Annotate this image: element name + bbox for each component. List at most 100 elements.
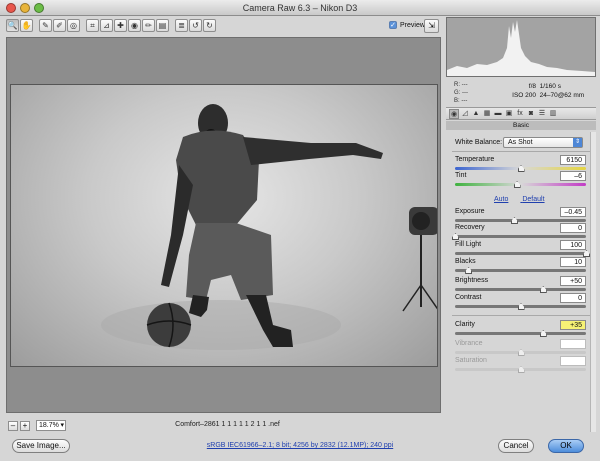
recovery-slider-thumb[interactable] [452, 233, 459, 240]
white-balance-tool[interactable]: ✎ [39, 19, 52, 32]
straighten-icon: ⊿ [103, 20, 110, 30]
blacks-value-field[interactable]: 10 [560, 257, 586, 267]
tab-lens[interactable]: ▣ [504, 109, 514, 119]
zoom-in-button[interactable]: + [20, 420, 30, 431]
fill-light-slider[interactable] [455, 250, 590, 257]
spot-removal-tool[interactable]: ✚ [114, 19, 127, 32]
brightness-slider-thumb[interactable] [539, 286, 547, 293]
curve-icon: ◿ [462, 109, 468, 117]
contrast-slider[interactable] [455, 303, 586, 310]
exposure-value-field[interactable]: –0.45 [560, 207, 586, 217]
toolbar-separator [170, 19, 174, 35]
blacks-slider-thumb[interactable] [465, 267, 473, 274]
tint-value-field[interactable]: –6 [560, 171, 586, 181]
clarity-value-field[interactable]: +35 [560, 320, 586, 330]
title-bar: Camera Raw 6.3 – Nikon D3 [0, 0, 600, 16]
camera-readout: R: --- G: --- B: --- f/8 1/160 s ISO 200… [446, 78, 596, 106]
brightness-value-field[interactable]: +50 [560, 276, 586, 286]
contrast-slider-thumb[interactable] [517, 303, 525, 310]
sampler-icon: ✐ [56, 20, 63, 30]
exposure-slider-thumb[interactable] [510, 217, 518, 224]
fullscreen-button[interactable]: ⇲ [424, 19, 439, 33]
saturation-label: Saturation [455, 357, 487, 364]
photo-preview[interactable] [10, 84, 438, 367]
adjustment-brush-tool[interactable]: ✏ [142, 19, 155, 32]
clarity-slider[interactable] [455, 330, 586, 337]
tint-slider-thumb[interactable] [513, 181, 521, 188]
panel-scrollbar[interactable] [590, 132, 596, 432]
tint-label: Tint [455, 172, 467, 179]
rotate-left-icon: ↺ [192, 20, 199, 30]
brightness-label: Brightness [455, 277, 489, 284]
tab-camera-calibration[interactable]: ◙ [526, 109, 536, 119]
auto-link[interactable]: Auto [494, 196, 508, 203]
crop-tool[interactable]: ⌗ [86, 19, 99, 32]
vibrance-slider[interactable] [455, 349, 586, 356]
hand-tool[interactable]: ✋ [20, 19, 33, 32]
vibrance-value-field[interactable] [560, 339, 586, 349]
straighten-tool[interactable]: ⊿ [100, 19, 113, 32]
basic-panel: White Balance: As Shot ⇕ Temperature 6150… [446, 131, 596, 436]
tab-split-toning[interactable]: ▬ [493, 109, 503, 119]
zoom-icon: 🔍 [7, 20, 18, 30]
rgb-readout: R: --- G: --- B: --- [454, 81, 468, 105]
preferences-tool[interactable]: ≣ [175, 19, 188, 32]
exposure-slider[interactable] [455, 217, 586, 224]
saturation-value-field[interactable] [560, 356, 586, 366]
ok-button[interactable]: OK [548, 439, 584, 453]
blacks-slider[interactable] [455, 267, 586, 274]
recovery-slider[interactable] [452, 233, 586, 240]
recovery-label: Recovery [455, 224, 485, 231]
eyedropper-icon: ✎ [42, 20, 49, 30]
default-link[interactable]: Default [522, 196, 544, 203]
tab-hsl[interactable]: ▦ [482, 109, 492, 119]
hand-icon: ✋ [21, 20, 32, 30]
saturation-slider[interactable] [455, 366, 586, 373]
rotate-right-icon: ↻ [206, 20, 213, 30]
eye-icon: ◉ [131, 20, 138, 30]
tab-presets[interactable]: ☰ [537, 109, 547, 119]
red-readout: R: --- [454, 82, 468, 88]
presets-icon: ☰ [538, 109, 546, 117]
temperature-value-field[interactable]: 6150 [560, 155, 586, 165]
rotate-left-tool[interactable]: ↺ [189, 19, 202, 32]
rotate-right-tool[interactable]: ↻ [203, 19, 216, 32]
contrast-value-field[interactable]: 0 [560, 293, 586, 303]
color-sampler-tool[interactable]: ✐ [53, 19, 66, 32]
save-image-button[interactable]: Save Image... [12, 439, 70, 453]
clarity-slider-thumb[interactable] [539, 330, 547, 337]
preview-checkbox[interactable]: ✓ [389, 21, 397, 29]
white-balance-select[interactable]: As Shot ⇕ [503, 137, 583, 148]
tab-tone-curve[interactable]: ◿ [460, 109, 470, 119]
exif-info: f/8 1/160 s ISO 200 24–70@62 mm [496, 82, 596, 100]
tint-slider[interactable] [455, 181, 586, 188]
crop-icon: ⌗ [90, 20, 95, 30]
tab-detail[interactable]: ▲ [471, 109, 481, 119]
snapshot-icon: ▥ [549, 109, 557, 117]
zoom-tool[interactable]: 🔍 [6, 19, 19, 32]
target-icon: ◎ [70, 20, 77, 30]
cancel-button[interactable]: Cancel [498, 439, 534, 453]
recovery-value-field[interactable]: 0 [560, 223, 586, 233]
zoom-out-button[interactable]: – [8, 420, 18, 431]
zoom-level-select[interactable]: 18.7% [36, 420, 66, 431]
vibrance-slider-thumb[interactable] [517, 349, 525, 356]
tab-fx[interactable]: fx [515, 109, 525, 119]
lens-value: 24–70@62 mm [539, 92, 585, 99]
tab-basic[interactable]: ◉ [449, 108, 459, 119]
saturation-slider-thumb[interactable] [517, 366, 525, 373]
preview-toggle[interactable]: ✓ Preview [389, 21, 425, 29]
targeted-adjustment-tool[interactable]: ◎ [67, 19, 80, 32]
workflow-options-link[interactable]: sRGB IEC61966–2.1; 8 bit; 4256 by 2832 (… [200, 442, 400, 449]
fill-light-slider-thumb[interactable] [583, 250, 590, 257]
red-eye-tool[interactable]: ◉ [128, 19, 141, 32]
tab-snapshots[interactable]: ▥ [548, 109, 558, 119]
graduated-filter-tool[interactable]: ▤ [156, 19, 169, 32]
brightness-slider[interactable] [455, 286, 586, 293]
temperature-slider[interactable] [455, 165, 586, 172]
fill-light-value-field[interactable]: 100 [560, 240, 586, 250]
divider [452, 151, 590, 152]
temperature-slider-thumb[interactable] [517, 165, 525, 172]
hsl-icon: ▦ [483, 109, 491, 117]
clarity-label: Clarity [455, 321, 475, 328]
